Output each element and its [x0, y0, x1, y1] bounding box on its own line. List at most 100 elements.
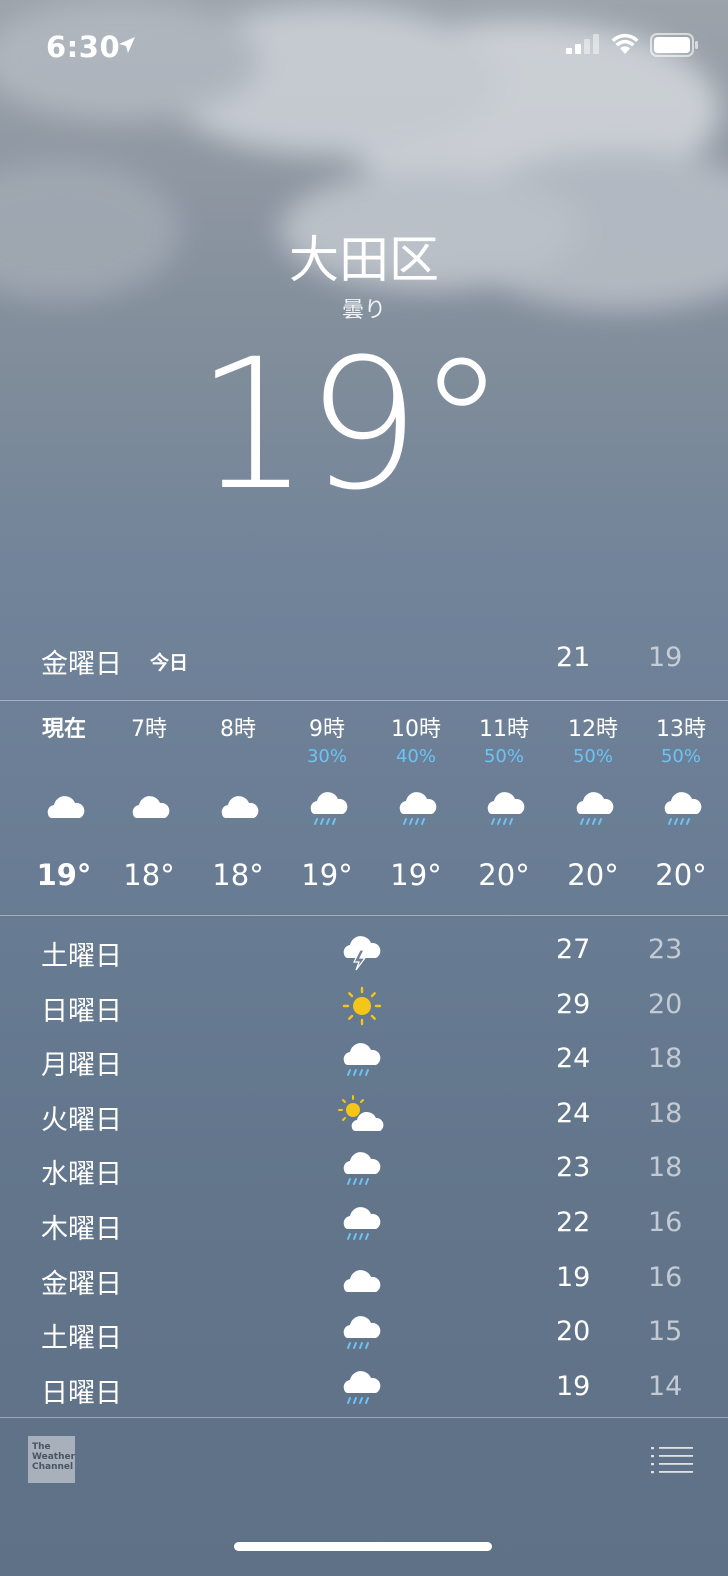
today-low: 19: [648, 642, 683, 673]
cloud-icon: [336, 1256, 388, 1302]
day-low: 23: [648, 934, 683, 965]
battery-icon: [650, 33, 698, 57]
daily-row: 日曜日 19 14: [0, 1365, 728, 1419]
cellular-signal-icon: [566, 34, 599, 54]
precip-chance: 40%: [395, 746, 436, 767]
day-low: 18: [648, 1043, 683, 1075]
daily-row: 火曜日 24 18: [0, 1092, 728, 1146]
hourly-item: 10時 40% 19°: [380, 716, 452, 892]
day-name: 水曜日: [41, 1159, 122, 1191]
rain-cloud-icon: [571, 784, 615, 832]
hour-temp: 20°: [478, 858, 530, 892]
daily-row: 月曜日 24 18: [0, 1037, 728, 1091]
day-name: 木曜日: [41, 1214, 122, 1245]
hour-label: 12時: [568, 717, 618, 742]
cloud-icon: [127, 784, 171, 832]
precip-chance: [113, 744, 185, 770]
rain-cloud-icon: [336, 1037, 388, 1083]
hour-temp: 19°: [390, 858, 442, 892]
day-name: 土曜日: [41, 941, 122, 972]
day-high: 22: [556, 1207, 591, 1238]
day-low: 20: [648, 988, 683, 1020]
precip-chance: [202, 744, 274, 770]
precip-chance: 30%: [306, 746, 347, 767]
precip-chance: [28, 744, 100, 770]
sun-icon: [336, 983, 388, 1029]
day-low: 16: [648, 1261, 683, 1293]
thunderstorm-icon: [336, 928, 388, 974]
city-list-icon[interactable]: [651, 1446, 695, 1474]
rain-cloud-icon: [394, 784, 438, 832]
day-name: 火曜日: [41, 1104, 122, 1136]
day-name: 金曜日: [41, 1268, 122, 1300]
day-high: 24: [556, 1097, 591, 1129]
day-high: 23: [556, 1152, 591, 1184]
hourly-forecast[interactable]: 現在 19° 7時 18° 8時 18° 9時 30% 19° 10時 40% …: [0, 716, 728, 896]
rain-cloud-icon: [336, 1365, 388, 1411]
partly-cloudy-icon: [336, 1092, 388, 1138]
day-name: 日曜日: [41, 995, 122, 1027]
hourly-item: 現在 19°: [28, 716, 100, 892]
today-tag: 今日: [150, 652, 189, 674]
rain-cloud-icon: [305, 784, 349, 832]
precip-chance: 50%: [483, 746, 524, 767]
hour-label: 13時: [656, 717, 706, 742]
day-low: 14: [648, 1370, 683, 1402]
daily-row: 木曜日 22 16: [0, 1201, 728, 1255]
day-name: 月曜日: [41, 1050, 122, 1082]
hour-label: 現在: [41, 717, 86, 742]
divider: [0, 700, 728, 701]
hour-temp: 18°: [212, 858, 264, 892]
daily-row: 水曜日 23 18: [0, 1146, 728, 1200]
divider: [0, 915, 728, 916]
daily-row: 日曜日 29 20: [0, 983, 728, 1037]
hour-label: 11時: [479, 717, 529, 742]
hour-label: 9時: [309, 717, 345, 742]
city-name: 大田区: [289, 231, 439, 289]
location-arrow-icon: [119, 37, 135, 53]
day-high: 19: [556, 1370, 591, 1402]
hour-temp: 19°: [36, 858, 92, 892]
day-high: 27: [556, 934, 591, 965]
day-high: 20: [556, 1316, 591, 1348]
rain-cloud-icon: [336, 1310, 388, 1356]
day-low: 15: [648, 1316, 683, 1348]
day-name: 日曜日: [41, 1377, 122, 1409]
status-time: 6:30: [46, 30, 121, 64]
daily-row: 土曜日 27 23: [0, 928, 728, 982]
current-condition: 曇り: [341, 298, 386, 323]
today-summary: 金曜日 今日 21 19: [0, 642, 728, 686]
hourly-item: 8時 18°: [202, 716, 274, 892]
day-low: 16: [648, 1207, 683, 1238]
day-name: 土曜日: [41, 1323, 122, 1355]
cloud-icon: [216, 784, 260, 832]
today-high: 21: [556, 642, 591, 673]
day-high: 29: [556, 988, 591, 1020]
hourly-item: 11時 50% 20°: [468, 716, 540, 892]
daily-row: 金曜日 19 16: [0, 1256, 728, 1310]
hourly-item: 7時 18°: [113, 716, 185, 892]
rain-cloud-icon: [482, 784, 526, 832]
hour-temp: 20°: [567, 858, 619, 892]
weather-channel-logo-text: The Weather Channel: [32, 1442, 76, 1472]
hour-temp: 18°: [123, 858, 175, 892]
precip-chance: 50%: [660, 746, 701, 767]
day-low: 18: [648, 1097, 683, 1129]
hour-temp: 20°: [655, 858, 707, 892]
hour-label: 8時: [220, 717, 256, 742]
hourly-item: 12時 50% 20°: [557, 716, 629, 892]
hourly-item: 9時 30% 19°: [291, 716, 363, 892]
hour-label: 10時: [391, 717, 441, 742]
day-high: 19: [556, 1261, 591, 1293]
rain-cloud-icon: [336, 1146, 388, 1192]
day-low: 18: [648, 1152, 683, 1184]
current-temperature: 19°: [195, 321, 506, 530]
hourly-item: 13時 50% 20°: [645, 716, 717, 892]
today-day: 金曜日: [41, 649, 122, 680]
home-indicator[interactable]: [234, 1542, 492, 1551]
footer-toolbar: The Weather Channel: [0, 1418, 728, 1576]
rain-cloud-icon: [659, 784, 703, 832]
status-bar: 6:30: [0, 0, 728, 90]
hour-label: 7時: [131, 717, 167, 742]
weather-channel-logo[interactable]: The Weather Channel: [28, 1436, 75, 1483]
